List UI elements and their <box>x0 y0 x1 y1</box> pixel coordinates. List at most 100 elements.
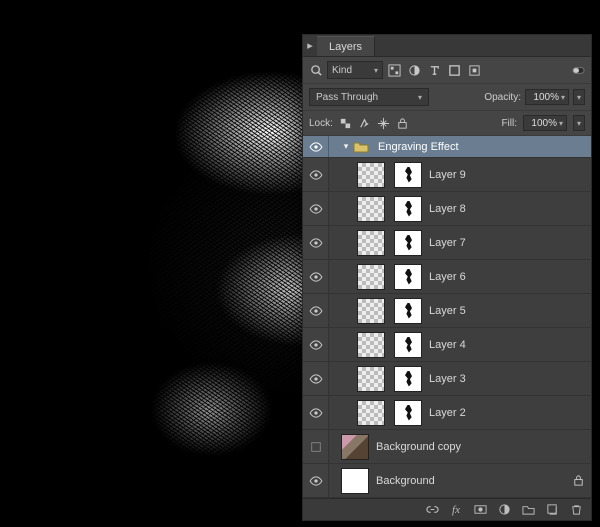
layer-name: Background copy <box>376 441 461 453</box>
link-layers-icon[interactable] <box>425 503 439 517</box>
opacity-slider-button[interactable]: ▾ <box>573 89 585 105</box>
filter-type-icon[interactable] <box>427 63 441 77</box>
layer-row[interactable]: Layer 3 <box>303 362 591 396</box>
visibility-toggle[interactable] <box>303 430 329 463</box>
visibility-toggle[interactable] <box>303 158 329 191</box>
layer-row[interactable]: Layer 6 <box>303 260 591 294</box>
layer-thumbnail[interactable] <box>341 468 369 494</box>
layer-mask-thumbnail[interactable] <box>394 332 422 358</box>
add-mask-icon[interactable] <box>473 503 487 517</box>
group-disclosure-triangle[interactable]: ▾ <box>341 141 351 152</box>
search-icon <box>309 63 323 77</box>
chevron-down-icon: ▾ <box>418 93 422 102</box>
layer-thumbnail[interactable] <box>357 332 385 358</box>
panel-collapse-button[interactable]: ▸ <box>303 39 317 52</box>
layer-row[interactable]: Layer 4 <box>303 328 591 362</box>
eye-icon <box>309 272 323 282</box>
filter-kind-select[interactable]: Kind ▾ <box>327 61 383 79</box>
lock-fill-row: Lock: Fill: 100% ▾ ▾ <box>303 111 591 136</box>
eye-icon <box>309 204 323 214</box>
layer-mask-thumbnail[interactable] <box>394 298 422 324</box>
panel-menu-button[interactable] <box>579 40 591 52</box>
visibility-toggle[interactable] <box>303 192 329 225</box>
fill-value: 100% <box>531 118 557 129</box>
layer-thumbnail[interactable] <box>357 196 385 222</box>
new-layer-icon[interactable] <box>545 503 559 517</box>
layer-thumbnail[interactable] <box>357 264 385 290</box>
visibility-toggle[interactable] <box>303 260 329 293</box>
layer-name: Layer 6 <box>429 271 466 283</box>
lock-all-icon[interactable] <box>396 116 410 130</box>
new-group-icon[interactable] <box>521 503 535 517</box>
lock-image-icon[interactable] <box>358 116 372 130</box>
visibility-toggle[interactable] <box>303 362 329 395</box>
layer-mask-thumbnail[interactable] <box>394 400 422 426</box>
layers-panel-footer: fx <box>303 498 591 520</box>
blend-mode-select[interactable]: Pass Through ▾ <box>309 88 429 106</box>
layer-thumbnail[interactable] <box>357 366 385 392</box>
layer-row[interactable]: Background copy <box>303 430 591 464</box>
layer-thumbnail[interactable] <box>357 230 385 256</box>
layer-thumbnail[interactable] <box>357 298 385 324</box>
lock-transparency-icon[interactable] <box>339 116 353 130</box>
eye-icon <box>309 374 323 384</box>
layer-row[interactable]: Layer 5 <box>303 294 591 328</box>
filter-adjustment-icon[interactable] <box>407 63 421 77</box>
layer-mask-thumbnail[interactable] <box>394 264 422 290</box>
visibility-toggle[interactable] <box>303 226 329 259</box>
visibility-toggle[interactable] <box>303 396 329 429</box>
layer-thumbnail[interactable] <box>341 434 369 460</box>
visibility-toggle[interactable] <box>303 294 329 327</box>
filter-pixel-icon[interactable] <box>387 63 401 77</box>
visibility-toggle[interactable] <box>303 136 329 157</box>
layer-group-row[interactable]: ▾ Engraving Effect <box>303 136 591 158</box>
blend-opacity-row: Pass Through ▾ Opacity: 100% ▾ ▾ <box>303 84 591 111</box>
layer-row[interactable]: Layer 9 <box>303 158 591 192</box>
layer-mask-thumbnail[interactable] <box>394 162 422 188</box>
filter-shape-icon[interactable] <box>447 63 461 77</box>
layers-tab[interactable]: Layers <box>317 36 375 56</box>
visibility-toggle[interactable] <box>303 464 329 497</box>
layers-list: ▾ Engraving Effect Layer 9 Layer 8 Layer 7… <box>303 136 591 498</box>
visibility-toggle[interactable] <box>303 328 329 361</box>
layer-name: Layer 4 <box>429 339 466 351</box>
layer-thumbnail[interactable] <box>357 162 385 188</box>
layer-name: Layer 7 <box>429 237 466 249</box>
layer-name: Layer 2 <box>429 407 466 419</box>
opacity-label: Opacity: <box>484 92 521 103</box>
layer-style-icon[interactable]: fx <box>449 503 463 517</box>
layer-thumbnail[interactable] <box>357 400 385 426</box>
opacity-input[interactable]: 100% ▾ <box>525 89 569 105</box>
layer-row[interactable]: Layer 2 <box>303 396 591 430</box>
eye-icon <box>309 306 323 316</box>
eye-icon <box>309 408 323 418</box>
filter-kind-label: Kind <box>332 65 352 76</box>
group-name: Engraving Effect <box>378 141 459 153</box>
layer-mask-thumbnail[interactable] <box>394 366 422 392</box>
fill-input[interactable]: 100% ▾ <box>523 115 567 131</box>
filter-smartobject-icon[interactable] <box>467 63 481 77</box>
panel-tabbar: ▸ Layers <box>303 35 591 57</box>
lock-label: Lock: <box>309 118 333 129</box>
fill-slider-button[interactable]: ▾ <box>573 115 585 131</box>
layer-name: Background <box>376 475 435 487</box>
blend-mode-value: Pass Through <box>316 92 378 103</box>
layer-row[interactable]: Background <box>303 464 591 498</box>
chevron-down-icon: ▾ <box>559 119 563 128</box>
new-adjustment-icon[interactable] <box>497 503 511 517</box>
layer-mask-thumbnail[interactable] <box>394 196 422 222</box>
filter-type-buttons <box>387 63 481 77</box>
layer-mask-thumbnail[interactable] <box>394 230 422 256</box>
lock-position-icon[interactable] <box>377 116 391 130</box>
layer-name: Layer 8 <box>429 203 466 215</box>
eye-icon <box>309 238 323 248</box>
layer-name: Layer 5 <box>429 305 466 317</box>
layer-row[interactable]: Layer 7 <box>303 226 591 260</box>
eye-icon <box>309 170 323 180</box>
filter-toggle-switch[interactable] <box>571 63 585 77</box>
layer-row[interactable]: Layer 8 <box>303 192 591 226</box>
chevron-down-icon: ▾ <box>561 93 565 102</box>
delete-layer-icon[interactable] <box>569 503 583 517</box>
layer-name: Layer 9 <box>429 169 466 181</box>
lock-icon <box>571 474 585 488</box>
